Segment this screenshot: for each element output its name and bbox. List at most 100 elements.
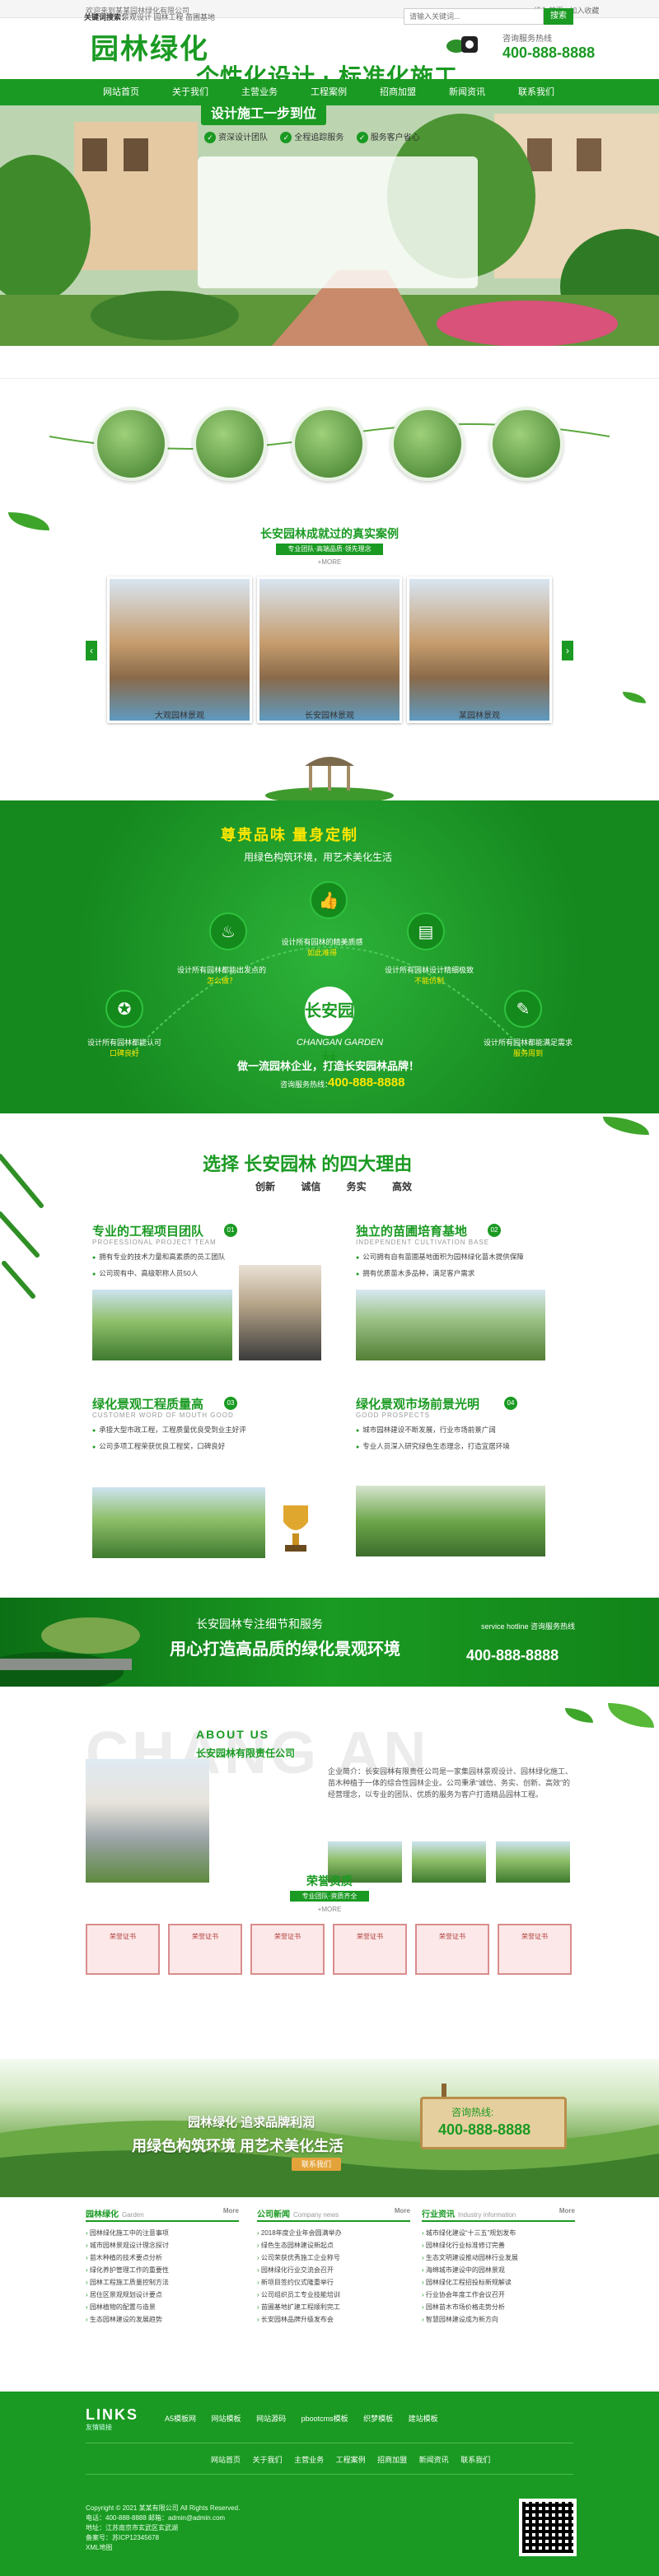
- next-arrow-icon[interactable]: ›: [562, 641, 573, 660]
- footer-nav-item[interactable]: 工程案例: [336, 2456, 366, 2464]
- garden-thumb[interactable]: [489, 407, 563, 481]
- friend-link[interactable]: A5模板网: [165, 2415, 196, 2423]
- reason-point: 公司现有中、高级职称人员50人: [92, 1268, 198, 1280]
- footer-nav-item[interactable]: 网站首页: [211, 2456, 241, 2464]
- contact-banner-line2: 用绿色构筑环境 用艺术美化生活: [132, 2138, 344, 2154]
- certificate-image[interactable]: [86, 1924, 160, 1975]
- brand-english: CHANGAN GARDEN: [297, 1038, 384, 1048]
- value-point: 设计所有园林的精美质感 如此难得: [281, 938, 363, 957]
- banner-tag: 服务客户省心: [357, 130, 420, 143]
- thumb-icon: 👍: [310, 881, 348, 919]
- cases-title: 长安园林成就过的真实案例: [260, 527, 399, 540]
- news-item[interactable]: 园林绿化工程招投标新规解读: [422, 2276, 575, 2289]
- friend-link[interactable]: 网站模板: [212, 2415, 241, 2423]
- news-more-link[interactable]: More: [395, 2207, 410, 2214]
- service-line2: 用心打造高品质的绿化景观环境: [170, 1640, 400, 1659]
- case-caption[interactable]: 长安园林景观: [257, 708, 402, 721]
- reason-tab: 高效: [392, 1181, 413, 1192]
- honors-more-link[interactable]: +MORE: [0, 1906, 659, 1913]
- news-item[interactable]: 2018年度企业年会圆满举办: [257, 2227, 410, 2239]
- news-column-industry: 行业资讯Industry information More 城市绿化建设“十三五…: [422, 2207, 575, 2326]
- friend-link[interactable]: 网站源码: [256, 2415, 286, 2423]
- footer-nav-item[interactable]: 招商加盟: [377, 2456, 407, 2464]
- news-item[interactable]: 城市绿化建设“十三五”规划发布: [422, 2227, 575, 2239]
- news-item[interactable]: 园林植物的配置与造景: [86, 2301, 239, 2313]
- news-item[interactable]: 绿化养护管理工作的重要性: [86, 2264, 239, 2276]
- service-hotline-label: service hotline 咨询服务热线: [481, 1622, 576, 1631]
- footer-nav-item[interactable]: 联系我们: [460, 2456, 490, 2464]
- prev-arrow-icon[interactable]: ‹: [86, 641, 97, 660]
- phone-icon: [446, 36, 478, 53]
- team-photo: [92, 1290, 232, 1360]
- search-input[interactable]: [404, 8, 544, 25]
- cases-subtitle: 专业团队·高端品质·领先理念: [276, 544, 383, 555]
- certificate-image[interactable]: [168, 1924, 242, 1975]
- news-more-link[interactable]: More: [559, 2207, 575, 2214]
- value-slogan: 做一流园林企业，打造长安园林品牌！: [237, 1060, 420, 1072]
- news-item[interactable]: 居住区景观规划设计要点: [86, 2289, 239, 2301]
- footer-nav-item[interactable]: 主营业务: [294, 2456, 324, 2464]
- certificate-image[interactable]: [498, 1924, 572, 1975]
- friend-link[interactable]: 织梦模板: [363, 2415, 393, 2423]
- garden-thumb[interactable]: [193, 407, 267, 481]
- garden-thumb[interactable]: [94, 407, 168, 481]
- case-image[interactable]: [107, 576, 252, 723]
- hotline-label: 咨询服务热线: [502, 35, 552, 44]
- banner-panel: [198, 156, 478, 288]
- news-item[interactable]: 行业协会年度工作会议召开: [422, 2289, 575, 2301]
- contact-button[interactable]: 联系我们: [292, 2158, 341, 2171]
- xml-sitemap-link[interactable]: XML地图: [86, 2543, 465, 2553]
- news-item[interactable]: 园林苗木市场价格走势分析: [422, 2301, 575, 2313]
- news-item[interactable]: 苗木种植的技术要点分析: [86, 2252, 239, 2264]
- news-item[interactable]: 园林绿化行业交流会召开: [257, 2264, 410, 2276]
- news-item[interactable]: 生态文明建设推动园林行业发展: [422, 2252, 575, 2264]
- news-item[interactable]: 苗圃基地扩建工程顺利完工: [257, 2301, 410, 2313]
- certificate-image[interactable]: [250, 1924, 325, 1975]
- news-item[interactable]: 海绵城市建设中的园林景观: [422, 2264, 575, 2276]
- news-item[interactable]: 园林绿化施工中的注意事项: [86, 2227, 239, 2239]
- search-button[interactable]: 搜索: [544, 8, 573, 25]
- site-logo[interactable]: 园林绿化: [91, 26, 209, 67]
- footer-nav: 网站首页 关于我们 主营业务 工程案例 招商加盟 新闻资讯 联系我们: [211, 2454, 500, 2465]
- case-image[interactable]: [407, 576, 552, 723]
- news-item[interactable]: 公司荣获优秀施工企业称号: [257, 2252, 410, 2264]
- contact-info: 电话：400-888-8888 邮箱：admin@admin.com: [86, 2514, 226, 2522]
- certificate-image[interactable]: [415, 1924, 489, 1975]
- case-image[interactable]: [257, 576, 402, 723]
- leaf-decoration: [623, 692, 646, 703]
- case-caption[interactable]: 某园林景观: [407, 708, 552, 721]
- banner-tag: 资深设计团队: [204, 130, 268, 143]
- news-item[interactable]: 园林绿化行业标准修订完善: [422, 2239, 575, 2252]
- news-item[interactable]: 长安园林品牌升级发布会: [257, 2313, 410, 2326]
- case-caption[interactable]: 大观园林景观: [107, 708, 252, 721]
- friend-link[interactable]: pbootcms模板: [301, 2415, 348, 2423]
- value-point: 设计所有园林设计精细极致 不能仿制: [384, 966, 474, 985]
- news-item[interactable]: 公司组织员工专业技能培训: [257, 2289, 410, 2301]
- footer-nav-item[interactable]: 关于我们: [253, 2456, 283, 2464]
- news-more-link[interactable]: More: [223, 2207, 239, 2214]
- news-item[interactable]: 生态园林建设的发展趋势: [86, 2313, 239, 2326]
- garden-thumb[interactable]: [292, 407, 366, 481]
- news-column-head: 行业资讯 Industry information More: [422, 2207, 575, 2222]
- reason-point: 城市园林建设不断发展，行业市场前景广阔: [356, 1425, 496, 1436]
- news-column-garden: 园林绿化Garden More 园林绿化施工中的注意事项 城市园林景观设计理念探…: [86, 2207, 239, 2326]
- contact-banner-line1: 园林绿化 追求品牌利润: [188, 2116, 315, 2130]
- news-item[interactable]: 绿色生态园林建设新起点: [257, 2239, 410, 2252]
- garden-thumb[interactable]: [390, 407, 465, 481]
- news-item[interactable]: 智慧园林建设成为新方向: [422, 2313, 575, 2326]
- icp-number[interactable]: 备案号：苏ICP12345678: [86, 2533, 465, 2543]
- cases-more-link[interactable]: +MORE: [0, 558, 659, 566]
- reason-number: 02: [488, 1224, 501, 1237]
- medal-icon: ✪: [105, 990, 143, 1028]
- news-item[interactable]: 园林工程施工质量控制方法: [86, 2276, 239, 2289]
- reason-point: 专业人员深入研究绿色生态理念，打造宜居环境: [356, 1441, 510, 1453]
- nav-home[interactable]: 网站首页: [92, 79, 150, 105]
- hot-keywords[interactable]: 景观设计 园林工程 苗圃基地: [122, 12, 215, 22]
- footer-nav-item[interactable]: 新闻资讯: [419, 2456, 449, 2464]
- nav-contact[interactable]: 联系我们: [507, 79, 565, 105]
- honors-subtitle: 专业团队·资质齐全: [290, 1891, 369, 1902]
- friend-link[interactable]: 建站模板: [409, 2415, 438, 2423]
- news-item[interactable]: 新项目签约仪式隆重举行: [257, 2276, 410, 2289]
- news-item[interactable]: 城市园林景观设计理念探讨: [86, 2239, 239, 2252]
- certificate-image[interactable]: [333, 1924, 407, 1975]
